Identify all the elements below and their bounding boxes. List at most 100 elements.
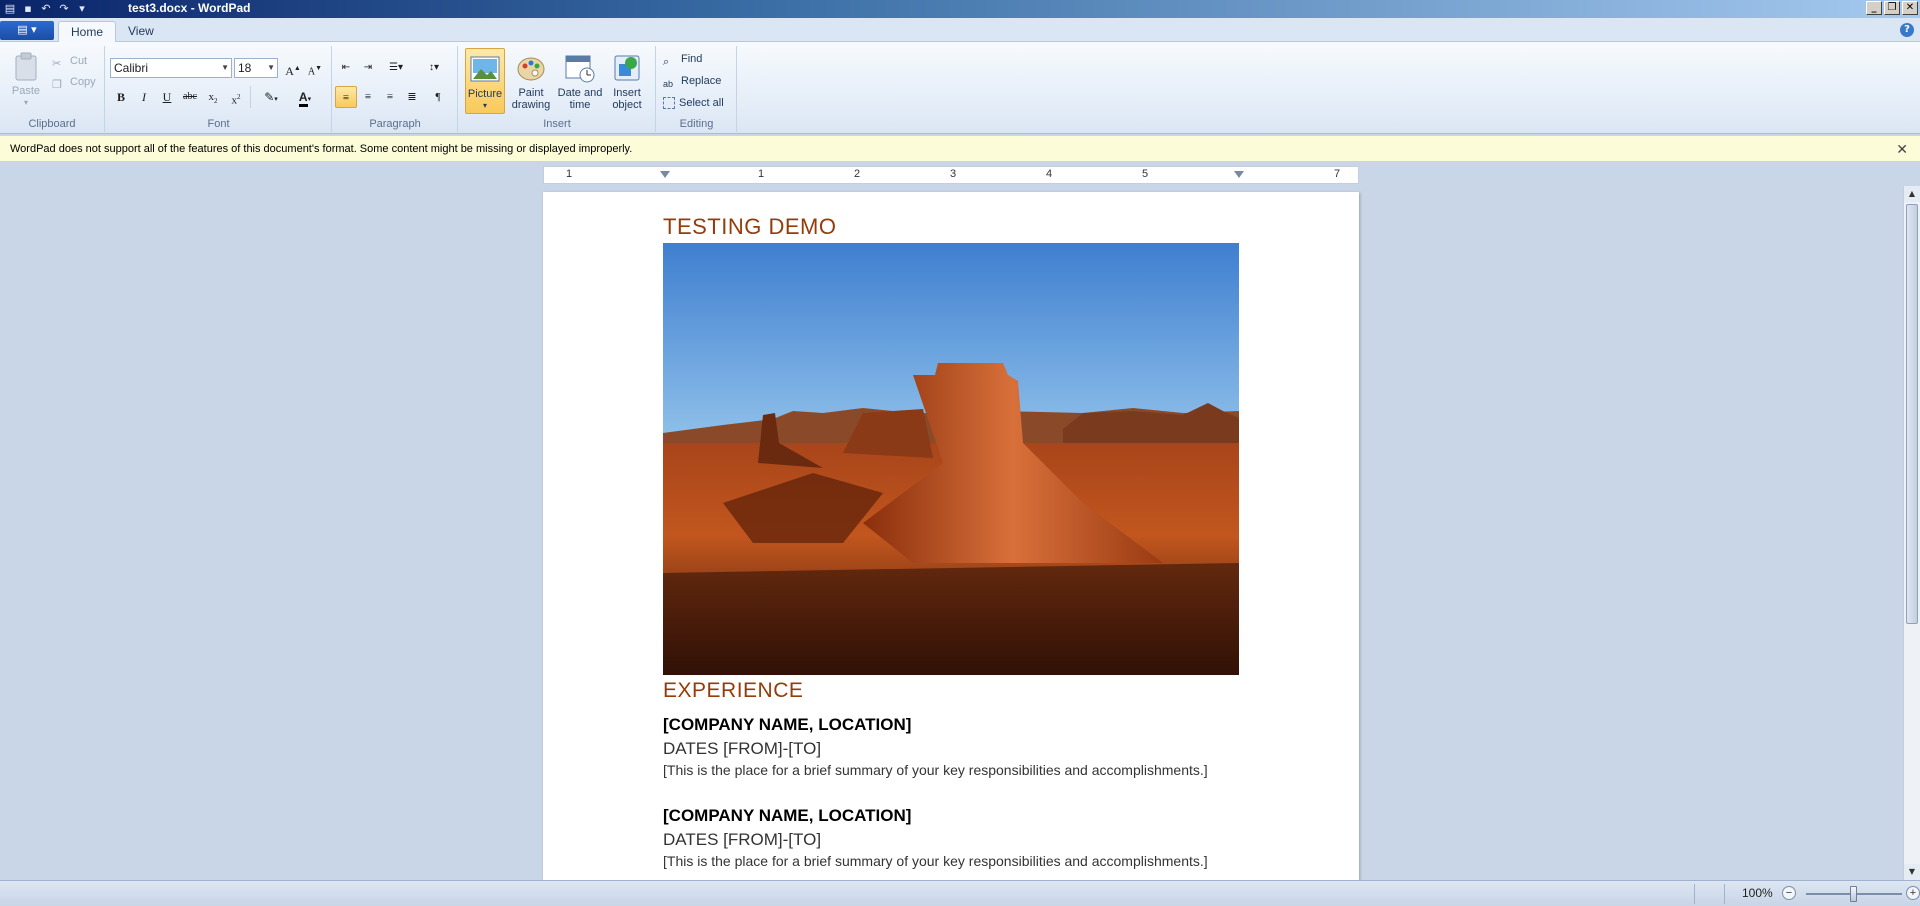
binoculars-icon: ⌕ bbox=[663, 56, 670, 68]
italic-button[interactable]: I bbox=[133, 86, 155, 108]
zoom-out-button[interactable]: − bbox=[1782, 886, 1796, 900]
window-controls: _ ❐ ✕ bbox=[1866, 1, 1918, 15]
chevron-down-icon: ▼ bbox=[221, 63, 229, 72]
undo-icon[interactable]: ↶ bbox=[38, 1, 54, 16]
calendar-clock-icon bbox=[565, 55, 595, 83]
application-menu-button[interactable]: ▤ ▾ bbox=[0, 21, 54, 40]
chevron-down-icon: ▾ bbox=[307, 95, 312, 103]
tab-view[interactable]: View bbox=[116, 21, 166, 42]
grow-font-button[interactable]: A▲ bbox=[282, 57, 304, 79]
paste-dropdown-icon: ▾ bbox=[23, 98, 28, 107]
job-dates[interactable]: DATES [FROM]-[TO] bbox=[663, 739, 1243, 759]
select-all-button[interactable]: Select all bbox=[663, 94, 724, 112]
job-summary[interactable]: [This is the place for a brief summary o… bbox=[663, 853, 1243, 869]
picture-label: Picture bbox=[467, 88, 503, 100]
ribbon-tabs: ▤ ▾ Home View ? bbox=[0, 18, 1920, 42]
document-area[interactable]: TESTING DEMO EXPERIENCE [COMPANY NAME, L… bbox=[0, 186, 1903, 880]
desert-mesa-picture[interactable] bbox=[663, 243, 1239, 675]
paste-icon bbox=[15, 52, 37, 81]
document-title[interactable]: TESTING DEMO bbox=[663, 214, 1243, 240]
wordpad-app-icon[interactable]: ▤ bbox=[2, 1, 18, 16]
date-time-button[interactable]: Date and time bbox=[555, 52, 605, 111]
bullets-button[interactable]: ☰▾ bbox=[381, 57, 411, 79]
decrease-indent-button[interactable]: ⇤ bbox=[335, 57, 357, 79]
vertical-scrollbar[interactable]: ▲ ▼ bbox=[1903, 186, 1920, 880]
text-color-button[interactable]: A▾ bbox=[290, 86, 320, 108]
copy-icon: ❐ bbox=[52, 79, 62, 91]
job-dates[interactable]: DATES [FROM]-[TO] bbox=[663, 830, 1243, 850]
info-bar-message: WordPad does not support all of the feat… bbox=[10, 143, 633, 155]
font-family-select[interactable]: Calibri ▼ bbox=[110, 58, 232, 78]
indent-marker[interactable] bbox=[660, 171, 670, 178]
subscript-button[interactable]: x2 bbox=[202, 86, 224, 108]
right-indent-marker[interactable] bbox=[1234, 171, 1244, 178]
experience-entry[interactable]: [COMPANY NAME, LOCATION] DATES [FROM]-[T… bbox=[663, 806, 1243, 869]
tab-home[interactable]: Home bbox=[58, 21, 117, 42]
close-icon[interactable]: ✕ bbox=[1896, 136, 1908, 162]
landscape-image bbox=[663, 243, 1239, 675]
copy-button[interactable]: ❐ Copy bbox=[52, 73, 96, 91]
zoom-level: 100% bbox=[1742, 886, 1773, 900]
minimize-button[interactable]: _ bbox=[1866, 1, 1882, 15]
save-icon[interactable]: ▪ bbox=[20, 1, 36, 16]
line-spacing-button[interactable]: ↕▾ bbox=[419, 57, 449, 79]
ribbon: Paste ▾ ✂ Cut ❐ Copy Clipboard Calibri ▼ 1… bbox=[0, 42, 1920, 134]
close-window-button[interactable]: ✕ bbox=[1902, 1, 1918, 15]
redo-icon[interactable]: ↷ bbox=[56, 1, 72, 16]
bold-button[interactable]: B bbox=[110, 86, 132, 108]
font-size-select[interactable]: 18 ▼ bbox=[234, 58, 278, 78]
clipboard-group: Paste ▾ ✂ Cut ❐ Copy Clipboard bbox=[0, 46, 105, 132]
document-content[interactable]: TESTING DEMO EXPERIENCE [COMPANY NAME, L… bbox=[663, 214, 1243, 869]
insert-object-button[interactable]: Insert object bbox=[605, 52, 649, 111]
superscript-button[interactable]: x2 bbox=[225, 86, 247, 108]
increase-indent-button[interactable]: ⇥ bbox=[357, 57, 379, 79]
replace-button[interactable]: ab Replace bbox=[663, 72, 721, 90]
justify-button[interactable]: ≣ bbox=[401, 86, 423, 108]
paragraph-group-label: Paragraph bbox=[369, 118, 421, 130]
help-icon[interactable]: ? bbox=[1900, 23, 1914, 37]
text-color-icon: A bbox=[298, 90, 308, 107]
scroll-up-icon[interactable]: ▲ bbox=[1904, 186, 1920, 202]
restore-button[interactable]: ❐ bbox=[1884, 1, 1900, 15]
find-button[interactable]: ⌕ Find bbox=[663, 50, 702, 68]
status-separator bbox=[1724, 884, 1725, 904]
paragraph-settings-button[interactable]: ¶ bbox=[427, 86, 449, 108]
window-title: test3.docx - WordPad bbox=[128, 1, 251, 15]
document-page[interactable]: TESTING DEMO EXPERIENCE [COMPANY NAME, L… bbox=[543, 192, 1359, 880]
separator bbox=[250, 86, 251, 108]
paste-button[interactable]: Paste ▾ bbox=[8, 50, 44, 109]
insert-group-label: Insert bbox=[543, 118, 571, 130]
ruler-number: 3 bbox=[949, 168, 957, 180]
paint-drawing-label: Paint drawing bbox=[511, 87, 551, 111]
highlighter-icon: ✎ bbox=[264, 90, 275, 104]
chevron-down-icon: ▾ bbox=[274, 95, 278, 103]
copy-label: Copy bbox=[70, 76, 96, 88]
customize-toolbar-icon[interactable]: ▾ bbox=[74, 1, 90, 16]
section-heading-experience[interactable]: EXPERIENCE bbox=[663, 679, 1243, 703]
picture-button[interactable]: Picture ▾ bbox=[465, 48, 505, 114]
paragraph-group: ⇤ ⇥ ☰▾ ↕▾ ≡ ≡ ≡ ≣ ¶ Paragraph bbox=[333, 46, 458, 132]
paint-drawing-button[interactable]: Paint drawing bbox=[509, 52, 553, 111]
zoom-slider-thumb[interactable] bbox=[1850, 886, 1857, 902]
cut-button[interactable]: ✂ Cut bbox=[52, 52, 87, 70]
scrollbar-thumb[interactable] bbox=[1906, 204, 1918, 624]
experience-entry[interactable]: [COMPANY NAME, LOCATION] DATES [FROM]-[T… bbox=[663, 715, 1243, 778]
zoom-slider[interactable] bbox=[1806, 886, 1902, 902]
company-name[interactable]: [COMPANY NAME, LOCATION] bbox=[663, 715, 1243, 735]
company-name[interactable]: [COMPANY NAME, LOCATION] bbox=[663, 806, 1243, 826]
select-all-icon bbox=[663, 97, 675, 109]
status-separator bbox=[1694, 884, 1695, 904]
underline-button[interactable]: U bbox=[156, 86, 178, 108]
align-left-button[interactable]: ≡ bbox=[335, 86, 357, 108]
shrink-font-button[interactable]: A▼ bbox=[304, 57, 326, 79]
scroll-down-icon[interactable]: ▼ bbox=[1904, 864, 1920, 880]
font-family-value: Calibri bbox=[114, 61, 149, 75]
ruler[interactable]: 1 1 2 3 4 5 7 bbox=[543, 166, 1359, 184]
align-right-button[interactable]: ≡ bbox=[379, 86, 401, 108]
strikethrough-button[interactable]: abc bbox=[179, 86, 201, 108]
font-group-label: Font bbox=[207, 118, 230, 130]
zoom-in-button[interactable]: + bbox=[1906, 886, 1920, 900]
align-center-button[interactable]: ≡ bbox=[357, 86, 379, 108]
job-summary[interactable]: [This is the place for a brief summary o… bbox=[663, 762, 1243, 778]
highlight-color-button[interactable]: ✎▾ bbox=[256, 86, 286, 108]
